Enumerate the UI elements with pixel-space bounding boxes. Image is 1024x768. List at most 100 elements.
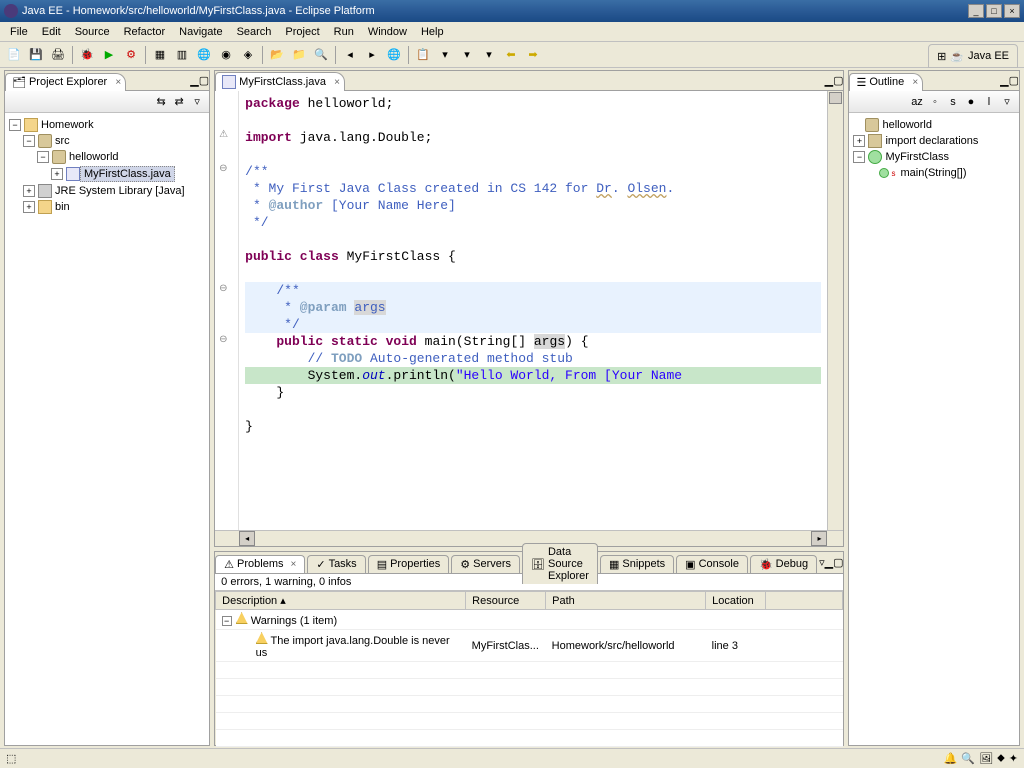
overview-ruler[interactable]	[827, 91, 843, 530]
open-task-button[interactable]: 📁	[289, 45, 309, 65]
last-edit-button[interactable]: 🌐	[384, 45, 404, 65]
close-icon[interactable]: ×	[115, 77, 121, 88]
minimize-view-button[interactable]: ▁	[190, 74, 198, 87]
forward-button[interactable]: ➡	[523, 45, 543, 65]
warning-marker-icon[interactable]: ⚠	[219, 129, 228, 140]
scroll-right-button[interactable]: ▸	[811, 531, 827, 546]
code-text[interactable]: package helloworld; import java.lang.Dou…	[239, 91, 827, 530]
status-icon-5[interactable]: ✦	[1009, 752, 1018, 765]
perspective-switcher[interactable]: ⊞ ☕ Java EE	[928, 44, 1018, 68]
link-editor-button[interactable]: ⇄	[171, 94, 187, 110]
tab-tasks[interactable]: ✓Tasks	[307, 555, 365, 573]
tree-file[interactable]: MyFirstClass.java	[80, 166, 175, 182]
hide-nonpublic-button[interactable]: ●	[963, 94, 979, 110]
menu-refactor[interactable]: Refactor	[118, 24, 172, 40]
menu-window[interactable]: Window	[362, 24, 413, 40]
dropdown-2[interactable]: ▾	[457, 45, 477, 65]
col-description[interactable]: Description ▴	[216, 592, 466, 610]
annotation-next-button[interactable]: ▸	[362, 45, 382, 65]
editor-gutter[interactable]: ⚠ ⊖ ⊖ ⊖	[215, 91, 239, 530]
new-web-button[interactable]: 🌐	[194, 45, 214, 65]
new-connector-button[interactable]: ◈	[238, 45, 258, 65]
menu-edit[interactable]: Edit	[36, 24, 67, 40]
hide-static-button[interactable]: s	[945, 94, 961, 110]
dropdown-3[interactable]: ▾	[479, 45, 499, 65]
minimize-view-button[interactable]: ▁	[1000, 74, 1008, 87]
outline-tab[interactable]: ☰ Outline ×	[849, 73, 923, 91]
maximize-view-button[interactable]: ▢	[833, 74, 843, 87]
expander-icon[interactable]: −	[9, 119, 21, 131]
hide-fields-button[interactable]: ◦	[927, 94, 943, 110]
dropdown-1[interactable]: ▾	[435, 45, 455, 65]
print-button[interactable]: 🖨	[48, 45, 68, 65]
view-menu-button[interactable]: ▿	[189, 94, 205, 110]
new-enterprise-button[interactable]: ▥	[172, 45, 192, 65]
open-perspective-icon[interactable]: ⊞	[937, 50, 946, 63]
close-icon[interactable]: ×	[291, 559, 297, 570]
expander-icon[interactable]: +	[853, 135, 865, 147]
tab-data-source[interactable]: 🗄Data Source Explorer	[522, 543, 598, 584]
open-type-button[interactable]: 📂	[267, 45, 287, 65]
save-button[interactable]: 💾	[26, 45, 46, 65]
col-extra[interactable]	[766, 592, 843, 610]
menu-search[interactable]: Search	[231, 24, 278, 40]
status-icon-3[interactable]: 🖼	[979, 752, 993, 765]
editor-area[interactable]: ⚠ ⊖ ⊖ ⊖ package helloworld; import java.…	[215, 91, 843, 530]
expander-icon[interactable]: −	[37, 151, 49, 163]
scroll-left-button[interactable]: ◂	[239, 531, 255, 546]
tab-servers[interactable]: ⚙Servers	[451, 555, 520, 573]
minimize-view-button[interactable]: ▁	[825, 74, 833, 87]
maximize-view-button[interactable]: ▢	[1009, 74, 1019, 87]
debug-button[interactable]: 🐞	[77, 45, 97, 65]
new-server-button[interactable]: ▦	[150, 45, 170, 65]
maximize-button[interactable]: □	[986, 4, 1002, 18]
menu-help[interactable]: Help	[415, 24, 450, 40]
problem-row[interactable]: The import java.lang.Double is never us …	[216, 630, 843, 662]
col-resource[interactable]: Resource	[466, 592, 546, 610]
menu-source[interactable]: Source	[69, 24, 116, 40]
search-button[interactable]: 🔍	[311, 45, 331, 65]
status-icon-4[interactable]: ⬥	[997, 752, 1005, 765]
run-external-button[interactable]: ⚙	[121, 45, 141, 65]
close-icon[interactable]: ×	[334, 77, 340, 88]
new-ejb-button[interactable]: ◉	[216, 45, 236, 65]
sort-button[interactable]: a͏z	[909, 94, 925, 110]
tab-console[interactable]: ▣Console	[676, 555, 748, 573]
menu-project[interactable]: Project	[279, 24, 325, 40]
editor-tab[interactable]: MyFirstClass.java ×	[215, 72, 345, 91]
menu-file[interactable]: File	[4, 24, 34, 40]
project-tree[interactable]: − Homework − src − helloworld +	[5, 113, 209, 745]
tab-problems[interactable]: ⚠Problems×	[215, 555, 305, 573]
problems-table[interactable]: Description ▴ Resource Path Location − W…	[215, 591, 843, 747]
col-location[interactable]: Location	[706, 592, 766, 610]
fold-icon[interactable]: ⊖	[219, 163, 227, 174]
pin-button[interactable]: 📋	[413, 45, 433, 65]
outline-package[interactable]: helloworld	[879, 118, 935, 132]
maximize-view-button[interactable]: ▢	[833, 556, 843, 569]
outline-imports[interactable]: import declarations	[882, 134, 981, 148]
expander-icon[interactable]: −	[23, 135, 35, 147]
fold-icon[interactable]: ⊖	[219, 334, 227, 345]
expander-icon[interactable]: +	[51, 168, 63, 180]
expander-icon[interactable]: +	[23, 201, 35, 213]
annotation-prev-button[interactable]: ◂	[340, 45, 360, 65]
tree-package[interactable]: helloworld	[66, 150, 122, 164]
outline-class[interactable]: MyFirstClass	[882, 150, 952, 164]
menu-run[interactable]: Run	[328, 24, 360, 40]
fold-icon[interactable]: ⊖	[219, 283, 227, 294]
expander-icon[interactable]: −	[222, 616, 232, 626]
status-left-icon[interactable]: ⬚	[6, 752, 16, 765]
outline-method[interactable]: main(String[])	[897, 166, 969, 180]
close-icon[interactable]: ×	[912, 77, 918, 88]
close-button[interactable]: ×	[1004, 4, 1020, 18]
scroll-up-button[interactable]	[829, 92, 842, 104]
tree-src[interactable]: src	[52, 134, 73, 148]
project-explorer-tab[interactable]: 🗂 Project Explorer ×	[5, 73, 126, 91]
back-button[interactable]: ⬅	[501, 45, 521, 65]
view-menu-button[interactable]: ▿	[999, 94, 1015, 110]
col-path[interactable]: Path	[546, 592, 706, 610]
collapse-all-button[interactable]: ⇆	[153, 94, 169, 110]
status-icon-2[interactable]: 🔍	[961, 752, 975, 765]
minimize-button[interactable]: _	[968, 4, 984, 18]
expander-icon[interactable]: −	[853, 151, 865, 163]
